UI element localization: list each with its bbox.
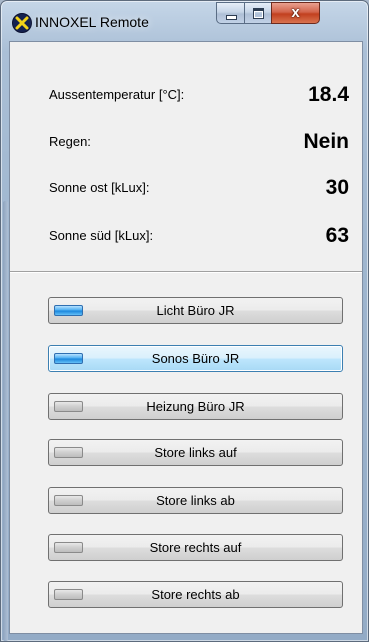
sensor-label-sun-east: Sonne ost [kLux]:	[49, 180, 150, 195]
close-button[interactable]: x	[271, 2, 320, 24]
sensor-label-temperature: Aussentemperatur [°C]:	[49, 87, 185, 102]
sensor-row-rain: Regen: Nein	[49, 130, 349, 154]
frame-highlight	[3, 201, 8, 641]
sensor-row-sun-south: Sonne süd [kLux]: 63	[49, 224, 349, 248]
sensor-row-temperature: Aussentemperatur [°C]: 18.4	[49, 83, 349, 107]
sensor-label-rain: Regen:	[49, 134, 91, 149]
maximize-button[interactable]	[244, 2, 272, 24]
app-window: INNOXEL Remote x Aussentemperatur [°C]: …	[0, 0, 369, 642]
title-bar[interactable]: INNOXEL Remote x	[1, 1, 368, 41]
separator	[10, 271, 362, 273]
button-label: Store links ab	[156, 493, 235, 508]
maximize-icon	[253, 8, 264, 19]
button-store-rechts-ab[interactable]: Store rechts ab	[48, 581, 343, 608]
button-label: Store rechts auf	[149, 540, 242, 555]
innoxel-x-icon[interactable]	[12, 13, 32, 33]
button-licht-buero-jr[interactable]: Licht Büro JR	[48, 297, 343, 324]
sensor-label-sun-south: Sonne süd [kLux]:	[49, 228, 154, 243]
sensor-value-sun-east: 30	[325, 176, 349, 199]
minimize-button[interactable]	[216, 2, 245, 24]
button-label: Store links auf	[154, 445, 237, 460]
button-label: Heizung Büro JR	[146, 399, 245, 414]
left-frame-edge	[1, 41, 9, 641]
sensor-row-sun-east: Sonne ost [kLux]: 30	[49, 176, 349, 200]
button-store-links-auf[interactable]: Store links auf	[48, 439, 343, 466]
button-store-rechts-auf[interactable]: Store rechts auf	[48, 534, 343, 561]
button-heizung-buero-jr[interactable]: Heizung Büro JR	[48, 393, 343, 420]
close-icon: x	[291, 4, 300, 21]
sensor-value-sun-south: 63	[325, 224, 349, 247]
button-store-links-ab[interactable]: Store links ab	[48, 487, 343, 514]
client-area: Aussentemperatur [°C]: 18.4 Regen: Nein …	[9, 41, 363, 634]
minimize-icon	[226, 15, 237, 20]
button-sonos-buero-jr[interactable]: Sonos Büro JR	[48, 345, 343, 372]
sensor-value-rain: Nein	[303, 130, 349, 153]
sensor-value-temperature: 18.4	[308, 83, 349, 106]
window-title: INNOXEL Remote	[35, 14, 149, 30]
button-label: Sonos Büro JR	[151, 351, 240, 366]
button-label: Store rechts ab	[151, 587, 240, 602]
button-label: Licht Büro JR	[156, 303, 235, 318]
